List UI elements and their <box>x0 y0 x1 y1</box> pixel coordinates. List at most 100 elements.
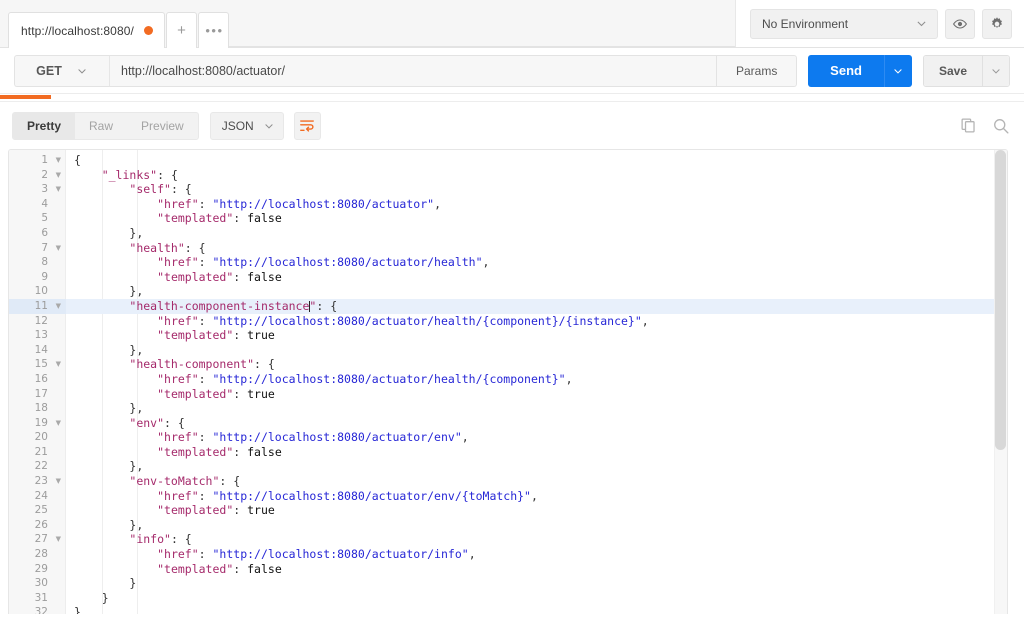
code-line[interactable]: 22 }, <box>9 459 1007 474</box>
editor-scrollbar-thumb[interactable] <box>995 150 1006 450</box>
line-number: 9 <box>41 270 48 283</box>
code-line[interactable]: 23 ▼ "env-toMatch": { <box>9 474 1007 489</box>
code-token: : { <box>254 357 275 372</box>
save-options-button[interactable] <box>982 55 1009 86</box>
code-line[interactable]: 8 "href": "http://localhost:8080/actuato… <box>9 255 1007 270</box>
plus-icon: + <box>177 22 186 39</box>
code-line[interactable]: 29 "templated": false <box>9 562 1007 577</box>
code-line[interactable]: 2 ▼ "_links": { <box>9 168 1007 183</box>
code-line[interactable]: 31 } <box>9 591 1007 606</box>
code-line[interactable]: 10 }, <box>9 284 1007 299</box>
new-tab-button[interactable]: + <box>165 12 197 48</box>
code-line-text: }, <box>66 401 1007 416</box>
request-tab-active[interactable]: http://localhost:8080/ <box>8 12 165 48</box>
code-token: : <box>198 255 213 270</box>
code-line-text: }, <box>66 518 1007 533</box>
code-line[interactable]: 13 "templated": true <box>9 328 1007 343</box>
params-label: Params <box>736 63 778 78</box>
copy-icon[interactable] <box>960 117 977 134</box>
fold-toggle-icon[interactable]: ▼ <box>56 532 61 547</box>
more-tabs-button[interactable]: ••• <box>197 12 229 48</box>
fold-toggle-icon[interactable]: ▼ <box>56 299 61 314</box>
code-token: : <box>198 488 213 503</box>
code-token: true <box>247 503 275 518</box>
line-number: 14 <box>34 343 48 356</box>
code-line[interactable]: 1 ▼ { <box>9 153 1007 168</box>
wrap-lines-button[interactable] <box>293 111 321 140</box>
code-line[interactable]: 24 "href": "http://localhost:8080/actuat… <box>9 489 1007 504</box>
code-line[interactable]: 4 "href": "http://localhost:8080/actuato… <box>9 197 1007 212</box>
code-line[interactable]: 21 "templated": false <box>9 445 1007 460</box>
code-token: : <box>233 328 248 343</box>
save-button[interactable]: Save <box>923 55 982 86</box>
code-line[interactable]: 19 ▼ "env": { <box>9 416 1007 431</box>
tab-raw[interactable]: Raw <box>75 113 127 139</box>
code-line[interactable]: 18 }, <box>9 401 1007 416</box>
code-line[interactable]: 12 "href": "http://localhost:8080/actuat… <box>9 314 1007 329</box>
response-format-selector[interactable]: JSON <box>209 111 284 140</box>
code-line[interactable]: 15 ▼ "health-component": { <box>9 357 1007 372</box>
send-button[interactable]: Send <box>808 54 884 87</box>
tab-raw-label: Raw <box>89 118 114 133</box>
code-line[interactable]: 9 "templated": false <box>9 270 1007 285</box>
code-line[interactable]: 5 "templated": false <box>9 211 1007 226</box>
code-line[interactable]: 27 ▼ "info": { <box>9 532 1007 547</box>
code-line-list: 1 ▼{2 ▼ "_links": {3 ▼ "self": {4 "href": "… <box>9 153 1007 614</box>
code-line[interactable]: 17 "templated": true <box>9 387 1007 402</box>
code-token: , <box>468 547 476 562</box>
search-icon[interactable] <box>992 117 1010 135</box>
line-number: 32 <box>34 606 48 614</box>
code-line[interactable]: 3 ▼ "self": { <box>9 182 1007 197</box>
fold-toggle-icon[interactable]: ▼ <box>56 357 61 372</box>
code-line[interactable]: 20 "href": "http://localhost:8080/actuat… <box>9 430 1007 445</box>
line-number: 31 <box>34 591 48 604</box>
code-line-text: "env-toMatch": { <box>66 474 1007 489</box>
tab-preview[interactable]: Preview <box>127 113 198 139</box>
code-token: , <box>531 488 538 503</box>
method-and-url-group: GET http://localhost:8080/actuator/ Para… <box>14 54 798 87</box>
editor-scrollbar-track[interactable] <box>994 150 1007 614</box>
code-token: "href" <box>157 430 199 445</box>
settings-button[interactable] <box>982 8 1012 39</box>
code-line[interactable]: 25 "templated": true <box>9 503 1007 518</box>
fold-toggle-icon[interactable]: ▼ <box>56 241 61 256</box>
code-line[interactable]: 30 } <box>9 576 1007 591</box>
http-method-selector[interactable]: GET <box>14 54 109 87</box>
code-token: "health-component-instance <box>129 298 310 313</box>
code-line[interactable]: 7 ▼ "health": { <box>9 241 1007 256</box>
fold-toggle-icon[interactable]: ▼ <box>56 474 61 489</box>
code-line-text: } <box>66 591 1007 606</box>
code-line[interactable]: 16 "href": "http://localhost:8080/actuat… <box>9 372 1007 387</box>
code-token: } <box>101 590 109 605</box>
code-line[interactable]: 26 }, <box>9 518 1007 533</box>
code-line[interactable]: 11 ▼ "health-component-instance": { <box>9 298 1007 314</box>
environment-selector[interactable]: No Environment <box>750 8 938 39</box>
tab-pretty[interactable]: Pretty <box>13 112 76 139</box>
fold-toggle-icon[interactable]: ▼ <box>56 153 61 168</box>
line-number: 6 <box>41 226 48 239</box>
line-number: 19 ▼ <box>34 416 61 431</box>
code-token: "templated" <box>157 269 234 284</box>
environment-quick-look-button[interactable] <box>945 8 975 39</box>
send-options-button[interactable] <box>883 54 912 87</box>
request-url-input[interactable]: http://localhost:8080/actuator/ <box>109 54 718 87</box>
code-line[interactable]: 6 }, <box>9 226 1007 241</box>
code-line[interactable]: 32} <box>9 605 1007 614</box>
active-section-accent-bar <box>0 95 51 99</box>
code-token: "health" <box>129 240 185 255</box>
code-token: : { <box>170 182 192 197</box>
fold-toggle-icon[interactable]: ▼ <box>56 182 61 197</box>
line-number: 4 <box>41 197 48 210</box>
response-code-editor[interactable]: 1 ▼{2 ▼ "_links": {3 ▼ "self": {4 "href": "… <box>8 149 1008 614</box>
tab-pretty-label: Pretty <box>27 118 62 133</box>
fold-toggle-icon[interactable]: ▼ <box>56 168 61 183</box>
line-number: 21 <box>34 445 48 458</box>
code-line-text: "href": "http://localhost:8080/actuator"… <box>66 197 1007 212</box>
code-token: true <box>247 386 275 401</box>
code-token: "templated" <box>157 444 234 459</box>
fold-toggle-icon[interactable]: ▼ <box>56 416 61 431</box>
params-button[interactable]: Params <box>717 54 798 87</box>
code-line[interactable]: 14 }, <box>9 343 1007 358</box>
code-line[interactable]: 28 "href": "http://localhost:8080/actuat… <box>9 547 1007 562</box>
line-number: 15 ▼ <box>34 357 61 372</box>
